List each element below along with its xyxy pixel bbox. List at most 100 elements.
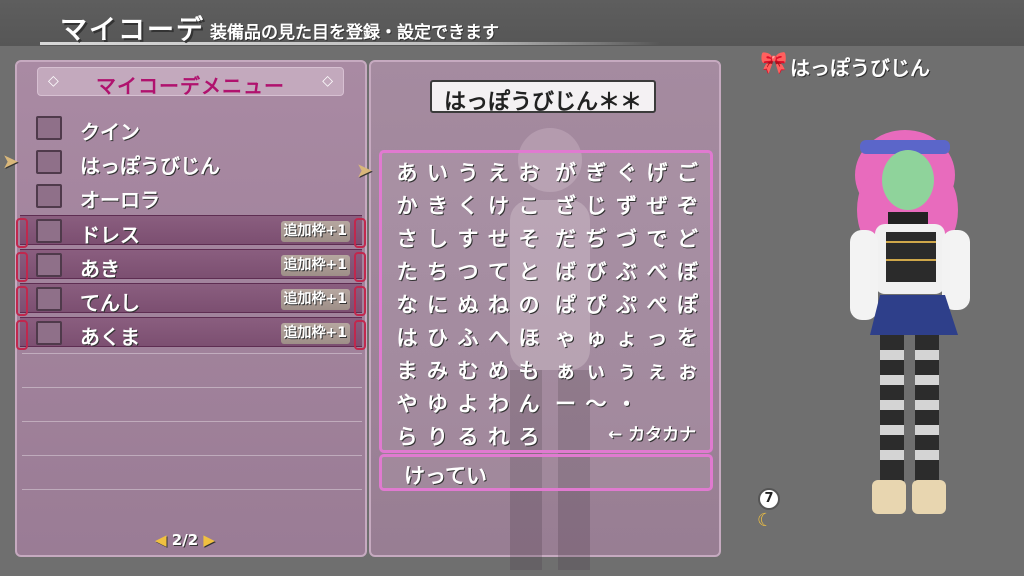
menu-item[interactable]: あくま 追加枠+1 [16, 317, 366, 350]
next-page-icon[interactable]: ▶ [203, 531, 215, 549]
kana-key[interactable]: に [423, 290, 453, 320]
kana-key[interactable]: で [642, 224, 672, 254]
kana-key[interactable]: ぼ [673, 257, 703, 287]
kana-key[interactable]: ゅ [581, 323, 611, 353]
checkbox[interactable] [36, 116, 62, 140]
kana-key[interactable]: へ [484, 323, 514, 353]
kana-key[interactable]: ～ [581, 389, 611, 419]
kana-key[interactable]: か [392, 191, 422, 221]
kana-key[interactable]: ぢ [581, 224, 611, 254]
kana-key[interactable]: っ [642, 323, 672, 353]
kana-key[interactable]: く [453, 191, 483, 221]
kana-key[interactable]: ・ [612, 389, 642, 419]
menu-item[interactable]: ドレス 追加枠+1 [16, 215, 366, 248]
kana-key[interactable]: き [423, 191, 453, 221]
menu-item[interactable]: はっぽうびじん [20, 147, 362, 178]
kana-key[interactable]: て [484, 257, 514, 287]
kana-key[interactable]: ぞ [673, 191, 703, 221]
kana-key[interactable]: づ [612, 224, 642, 254]
kana-key[interactable]: が [551, 158, 581, 188]
kana-key[interactable]: だ [551, 224, 581, 254]
kana-key[interactable]: ご [673, 158, 703, 188]
menu-item[interactable]: オーロラ [20, 181, 362, 212]
menu-item[interactable]: クイン [20, 113, 362, 144]
kana-key[interactable]: ぽ [673, 290, 703, 320]
kana-key[interactable]: み [423, 356, 453, 386]
checkbox[interactable] [36, 219, 62, 243]
menu-item[interactable]: あき 追加枠+1 [16, 249, 366, 282]
kana-key[interactable]: う [453, 158, 483, 188]
kana-key[interactable]: ほ [514, 323, 544, 353]
kana-key[interactable]: れ [484, 422, 514, 452]
kana-key[interactable]: び [581, 257, 611, 287]
kana-key[interactable]: ひ [423, 323, 453, 353]
kana-key[interactable]: と [514, 257, 544, 287]
kana-key[interactable]: た [392, 257, 422, 287]
kana-key[interactable]: ぱ [551, 290, 581, 320]
name-input-field[interactable]: はっぽうびじん＊＊ [430, 80, 656, 115]
checkbox[interactable] [36, 150, 62, 174]
kana-key[interactable]: や [392, 389, 422, 419]
kana-key[interactable]: つ [453, 257, 483, 287]
kana-key[interactable]: ぬ [453, 290, 483, 320]
kana-key[interactable]: の [514, 290, 544, 320]
kana-key[interactable]: ぃ [581, 356, 611, 386]
kana-key[interactable]: ふ [453, 323, 483, 353]
kana-key[interactable]: ば [551, 257, 581, 287]
checkbox[interactable] [36, 253, 62, 277]
kana-key[interactable]: ぶ [612, 257, 642, 287]
kana-key[interactable]: ゆ [423, 389, 453, 419]
kana-key[interactable]: な [392, 290, 422, 320]
kana-key[interactable]: わ [484, 389, 514, 419]
kana-key[interactable]: ぺ [642, 290, 672, 320]
kana-key[interactable]: ぎ [581, 158, 611, 188]
checkbox[interactable] [36, 184, 62, 208]
kana-key[interactable]: さ [392, 224, 422, 254]
kana-key[interactable]: ぴ [581, 290, 611, 320]
kana-key[interactable]: も [514, 356, 544, 386]
pager[interactable]: ◀ 2/2 ▶ [155, 531, 215, 549]
kana-key[interactable]: ち [423, 257, 453, 287]
kana-key[interactable]: ど [673, 224, 703, 254]
kana-key[interactable]: あ [392, 158, 422, 188]
kana-key[interactable]: べ [642, 257, 672, 287]
kana-key[interactable]: じ [581, 191, 611, 221]
kana-key[interactable]: ら [392, 422, 422, 452]
kana-key[interactable]: ぁ [551, 356, 581, 386]
kana-key[interactable]: よ [453, 389, 483, 419]
kana-key[interactable]: ん [514, 389, 544, 419]
kana-key[interactable]: ょ [612, 323, 642, 353]
kana-key[interactable]: お [514, 158, 544, 188]
kana-key[interactable]: ー [551, 389, 581, 419]
kana-key[interactable]: ゃ [551, 323, 581, 353]
kana-key[interactable]: そ [514, 224, 544, 254]
kana-key[interactable]: ざ [551, 191, 581, 221]
kana-key[interactable]: え [484, 158, 514, 188]
kana-key[interactable]: ろ [514, 422, 544, 452]
kana-key[interactable]: は [392, 323, 422, 353]
kana-key[interactable]: げ [642, 158, 672, 188]
kana-key[interactable]: す [453, 224, 483, 254]
kana-key[interactable]: ぷ [612, 290, 642, 320]
kana-key[interactable]: ぜ [642, 191, 672, 221]
kana-key[interactable]: い [423, 158, 453, 188]
kana-key[interactable]: め [484, 356, 514, 386]
kana-key[interactable]: ま [392, 356, 422, 386]
kana-key[interactable]: ね [484, 290, 514, 320]
checkbox[interactable] [36, 321, 62, 345]
kana-key[interactable]: こ [514, 191, 544, 221]
kana-key[interactable]: を [673, 323, 703, 353]
menu-item[interactable]: てんし 追加枠+1 [16, 283, 366, 316]
kana-key[interactable]: む [453, 356, 483, 386]
katakana-toggle-button[interactable]: ← カタカナ [608, 420, 696, 445]
kana-key[interactable]: せ [484, 224, 514, 254]
kana-key[interactable]: ぅ [612, 356, 642, 386]
checkbox[interactable] [36, 287, 62, 311]
kana-key[interactable]: り [423, 422, 453, 452]
kana-key[interactable]: し [423, 224, 453, 254]
kana-key[interactable]: る [453, 422, 483, 452]
kana-key[interactable]: ぐ [612, 158, 642, 188]
kana-key[interactable]: ぉ [673, 356, 703, 386]
kana-key[interactable]: ぇ [642, 356, 672, 386]
prev-page-icon[interactable]: ◀ [155, 531, 167, 549]
